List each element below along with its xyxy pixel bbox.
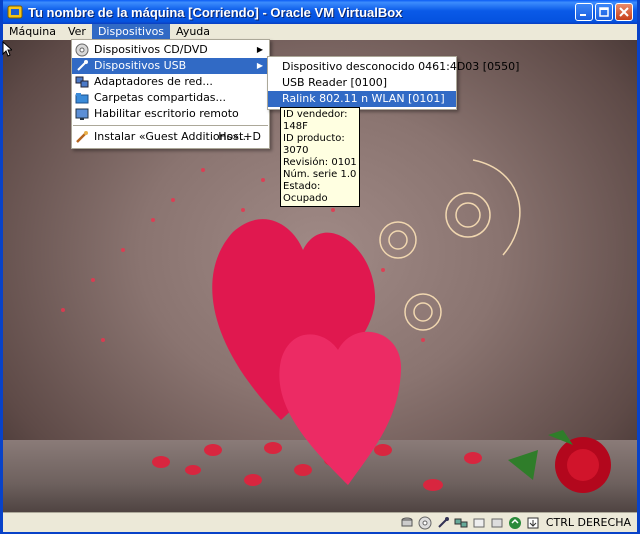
menu-item-label: Carpetas compartidas...	[94, 91, 227, 104]
mouse-cursor-icon	[2, 41, 12, 57]
capture-icon[interactable]	[490, 516, 504, 530]
tooltip-vendor-id: ID vendedor: 148F	[283, 109, 348, 132]
menu-item-remote-desktop[interactable]: Habilitar escritorio remoto	[72, 106, 269, 122]
network-icon[interactable]	[454, 516, 468, 530]
devices-menu: Dispositivos CD/DVD ▶ Dispositivos USB ▶…	[71, 39, 270, 149]
usb-icon[interactable]	[436, 516, 450, 530]
usb-device-reader[interactable]: USB Reader [0100]	[268, 75, 456, 91]
tooltip-serial: Núm. serie 1.0	[283, 169, 357, 180]
menu-item-label: Dispositivos CD/DVD	[94, 43, 208, 56]
usb-icon	[77, 60, 88, 71]
menu-item-usb[interactable]: Dispositivos USB ▶	[72, 58, 269, 74]
host-key-label: CTRL DERECHA	[545, 516, 631, 529]
menu-ver[interactable]: Ver	[62, 24, 92, 40]
menu-item-cd-dvd[interactable]: Dispositivos CD/DVD ▶	[72, 42, 269, 58]
tooltip-status: Estado: Ocupado	[283, 181, 328, 204]
window-title: Tu nombre de la máquina [Corriendo] - Or…	[28, 4, 403, 20]
minimize-button[interactable]	[575, 3, 593, 21]
menu-ayuda[interactable]: Ayuda	[170, 24, 216, 40]
submenu-arrow-icon: ▶	[256, 61, 263, 70]
cd-icon	[75, 43, 89, 57]
host-key-icon	[527, 517, 539, 528]
menu-bar: Máquina Ver Dispositivos Ayuda	[3, 24, 637, 40]
install-icon	[76, 131, 88, 143]
menu-item-label: Dispositivos USB	[94, 59, 187, 72]
folder-icon	[75, 93, 89, 104]
menu-dispositivos[interactable]: Dispositivos	[91, 24, 171, 40]
hard-disk-icon[interactable]	[400, 516, 414, 530]
usb-device-ralink[interactable]: Ralink 802.11 n WLAN [0101]	[268, 91, 456, 107]
submenu-arrow-icon: ▶	[256, 45, 263, 54]
virtualbox-icon	[7, 5, 23, 19]
minimize-icon	[580, 14, 586, 16]
shared-folder-icon[interactable]	[472, 516, 486, 530]
status-bar: CTRL DERECHA	[3, 512, 637, 532]
mouse-integration-icon[interactable]	[508, 516, 522, 530]
menu-separator	[73, 125, 268, 126]
usb-device-unknown[interactable]: Dispositivo desconocido 0461:4D03 [0550]	[268, 59, 519, 75]
usb-submenu: Dispositivo desconocido 0461:4D03 [0550]…	[267, 56, 519, 110]
tooltip-revision: Revisión: 0101	[283, 157, 357, 168]
menu-item-label: Adaptadores de red...	[94, 75, 213, 88]
usb-device-tooltip: ID vendedor: 148F ID producto: 3070 Revi…	[280, 107, 360, 207]
remote-desktop-icon	[75, 108, 89, 120]
menu-item-network[interactable]: Adaptadores de red...	[72, 74, 269, 90]
menu-item-shared-folders[interactable]: Carpetas compartidas...	[72, 90, 269, 106]
shortcut-label: Host+D	[218, 130, 261, 143]
close-button[interactable]	[615, 3, 633, 21]
tooltip-product-id: ID producto: 3070	[283, 133, 345, 156]
maximize-icon	[599, 7, 609, 17]
menu-maquina[interactable]: Máquina	[3, 24, 62, 40]
menu-item-label: Habilitar escritorio remoto	[94, 107, 239, 120]
title-bar[interactable]: Tu nombre de la máquina [Corriendo] - Or…	[3, 0, 637, 24]
close-icon	[619, 7, 629, 17]
menu-item-guest-additions[interactable]: Instalar «Guest Additions»... Host+D	[72, 129, 269, 145]
cd-icon[interactable]	[418, 516, 432, 530]
maximize-button[interactable]	[595, 3, 613, 21]
network-icon	[75, 76, 89, 88]
